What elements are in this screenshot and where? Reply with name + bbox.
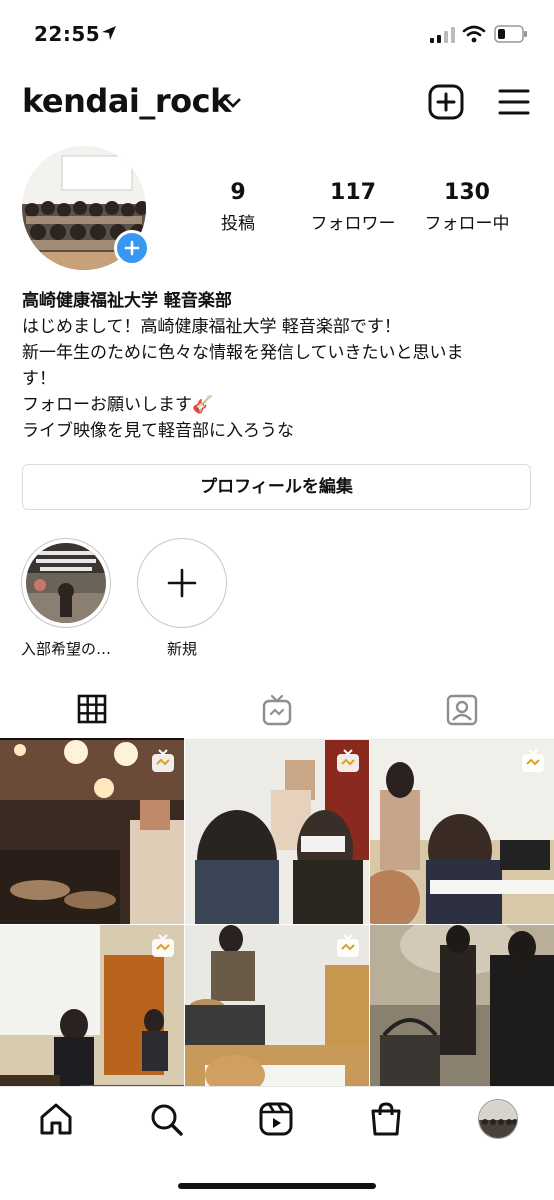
profile-header: kendai_rock [0,80,554,130]
posts-label: 投稿 [221,214,255,234]
bio-line: フォローお願いします🎸 [22,395,214,415]
bio-line: はじめまして！高崎健康福祉大学 軽音楽部です！ [22,317,401,337]
grid-icon [77,694,107,724]
bio-line: 新一年生のために色々な情報を発信していきたいと思いま [22,343,464,363]
highlight-ring [21,538,111,628]
edit-profile-button[interactable]: プロフィールを編集 [22,464,531,510]
reels-icon[interactable] [256,1099,296,1139]
post-thumbnail[interactable] [0,740,184,924]
home-icon[interactable] [36,1099,76,1139]
tagged-icon [446,694,478,726]
username[interactable]: kendai_rock [22,82,231,120]
stat-following[interactable]: 130 フォロー中 [414,180,520,234]
post-thumbnail[interactable] [370,740,554,924]
highlight-label: 新規 [166,640,197,658]
highlight-cover [26,543,106,623]
profile-bio: 高崎健康福祉大学 軽音楽部 はじめまして！高崎健康福祉大学 軽音楽部です！ 新一… [22,288,534,444]
bottom-nav [0,1086,554,1200]
bio-name: 高崎健康福祉大学 軽音楽部 [22,291,232,311]
story-highlight[interactable]: 入部希望の… [18,538,114,659]
tab-grid[interactable] [0,684,184,740]
stat-posts[interactable]: 9 投稿 [198,180,278,234]
igtv-badge-icon [522,749,544,772]
new-post-icon[interactable] [428,84,464,120]
post-thumbnail[interactable] [185,925,369,1109]
igtv-badge-icon [152,934,174,957]
igtv-badge-icon [152,749,174,772]
posts-count: 9 [230,180,246,205]
location-arrow-icon [102,26,116,40]
profile-tabs [0,684,554,740]
following-count: 130 [444,180,490,205]
cellular-signal-icon [430,27,455,43]
menu-icon[interactable] [496,86,532,118]
add-story-button[interactable] [114,230,150,266]
highlight-label: 入部希望の… [20,640,111,658]
post-thumbnail[interactable] [370,925,554,1109]
followers-label: フォロワー [310,214,396,234]
battery-icon [494,25,527,43]
bio-line: す！ [22,369,56,389]
shop-icon[interactable] [366,1099,406,1139]
following-label: フォロー中 [424,214,510,234]
bio-line: ライブ映像を見て軽音部に入ろうな [22,421,294,441]
profile-tab-avatar[interactable] [478,1099,518,1139]
chevron-down-icon[interactable] [224,96,242,110]
stat-followers[interactable]: 117 フォロワー [296,180,410,234]
post-thumbnail[interactable] [0,925,184,1109]
status-bar: 22:55 [0,0,554,70]
post-thumbnail[interactable] [185,740,369,924]
new-highlight-button[interactable]: 新規 [134,538,230,659]
status-time: 22:55 [34,22,101,46]
plus-icon [124,240,140,256]
igtv-icon [262,694,292,726]
home-indicator [178,1183,376,1189]
tab-igtv[interactable] [185,684,369,740]
followers-count: 117 [330,180,376,205]
post-image [370,925,554,1109]
tab-tagged[interactable] [370,684,554,740]
avatar-thumbnail [479,1100,517,1138]
wifi-icon [462,25,486,43]
plus-icon [167,568,197,598]
highlight-ring [137,538,227,628]
highlight-cover-image [26,543,106,623]
igtv-badge-icon [337,749,359,772]
search-icon[interactable] [146,1099,186,1139]
igtv-badge-icon [337,934,359,957]
